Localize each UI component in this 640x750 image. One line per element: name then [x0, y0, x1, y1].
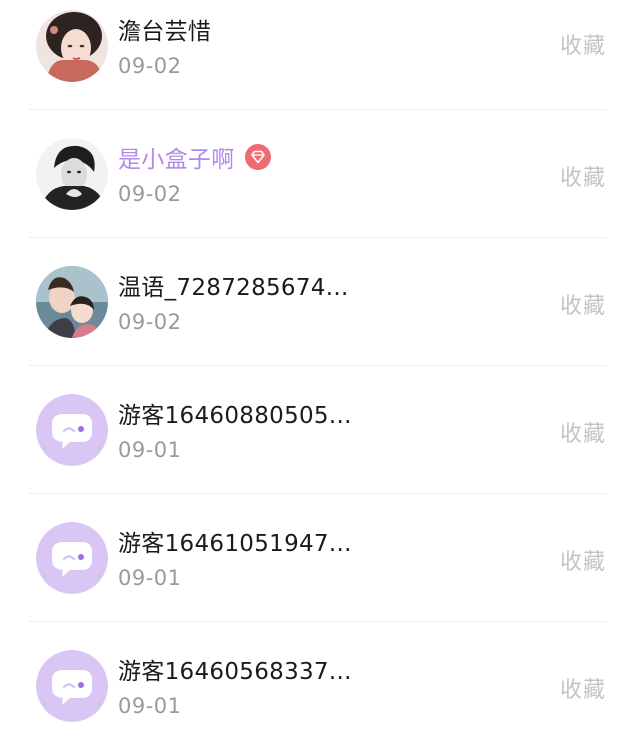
list-item[interactable]: 温语_7287285674... 09-02 收藏 — [0, 238, 640, 366]
chat-bubble-icon[interactable] — [36, 650, 108, 722]
diamond-badge-icon — [244, 144, 271, 170]
list-item[interactable]: 是小盒子啊 09-02 收藏 — [0, 110, 640, 238]
vip-user-name[interactable]: 是小盒子啊 — [118, 140, 271, 174]
favorite-button[interactable]: 收藏 — [560, 28, 606, 60]
visit-date: 09-02 — [118, 182, 182, 206]
avatar[interactable] — [36, 266, 108, 338]
avatar[interactable] — [36, 138, 108, 210]
favorite-button[interactable]: 收藏 — [560, 416, 606, 448]
user-name[interactable]: 澹台芸惜 — [118, 12, 211, 46]
list-item[interactable]: 游客16460568337... 09-01 收藏 — [0, 622, 640, 750]
user-name[interactable]: 温语_7287285674... — [118, 268, 349, 302]
chat-bubble-icon[interactable] — [36, 394, 108, 466]
visit-date: 09-02 — [118, 310, 182, 334]
favorite-button[interactable]: 收藏 — [560, 672, 606, 704]
chat-bubble-icon[interactable] — [36, 522, 108, 594]
visit-date: 09-02 — [118, 54, 182, 78]
list-item[interactable]: 游客16461051947... 09-01 收藏 — [0, 494, 640, 622]
avatar[interactable] — [36, 10, 108, 82]
visit-date: 09-01 — [118, 694, 182, 718]
visit-date: 09-01 — [118, 566, 182, 590]
user-name[interactable]: 游客16460880505... — [118, 396, 352, 430]
user-name[interactable]: 游客16460568337... — [118, 652, 352, 686]
list-item[interactable]: 游客16460880505... 09-01 收藏 — [0, 366, 640, 494]
favorite-button[interactable]: 收藏 — [560, 288, 606, 320]
list-item[interactable]: 澹台芸惜 09-02 收藏 — [0, 0, 640, 110]
user-name[interactable]: 是小盒子啊 — [118, 140, 235, 174]
favorite-button[interactable]: 收藏 — [560, 544, 606, 576]
favorite-button[interactable]: 收藏 — [560, 160, 606, 192]
user-name[interactable]: 游客16461051947... — [118, 524, 352, 558]
visit-date: 09-01 — [118, 438, 182, 462]
